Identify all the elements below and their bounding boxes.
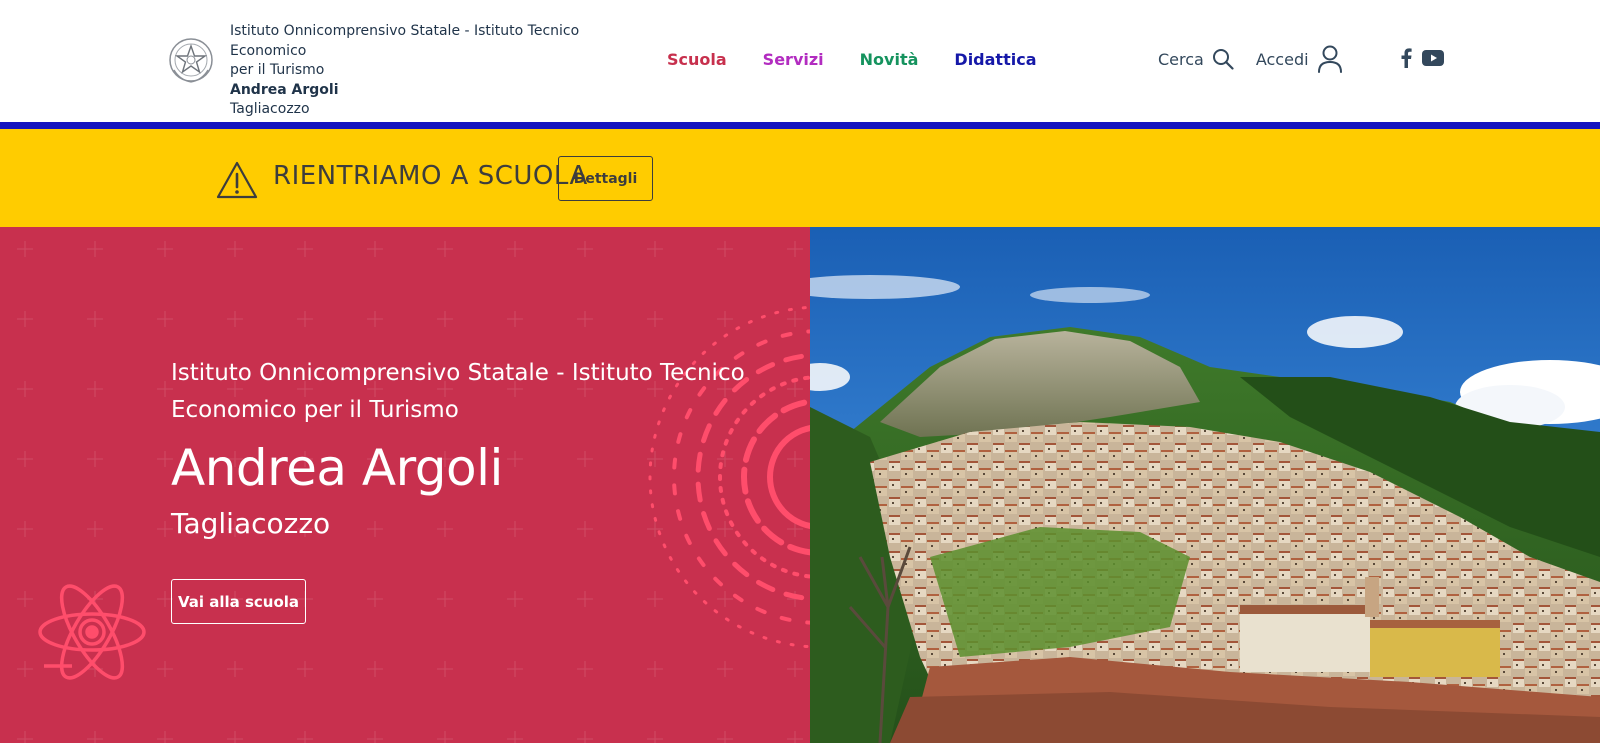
school-city: Tagliacozzo bbox=[230, 101, 310, 117]
details-button[interactable]: Dettagli bbox=[558, 156, 653, 201]
nav-item-servizi[interactable]: Servizi bbox=[763, 50, 824, 69]
hero-panel: Istituto Onnicomprensivo Statale - Istit… bbox=[0, 227, 810, 743]
main-nav: Scuola Servizi Novità Didattica bbox=[667, 50, 1072, 69]
login-button[interactable]: Accedi bbox=[1256, 44, 1343, 74]
hero-title: Andrea Argoli bbox=[171, 439, 503, 497]
login-label: Accedi bbox=[1255, 49, 1309, 69]
header-tools: Cerca Accedi bbox=[1158, 44, 1343, 74]
search-button[interactable]: Cerca bbox=[1158, 48, 1234, 70]
nav-item-didattica[interactable]: Didattica bbox=[954, 50, 1036, 69]
facebook-icon[interactable] bbox=[1400, 48, 1412, 68]
warning-icon bbox=[216, 161, 258, 199]
header-accent-bar bbox=[0, 122, 1600, 129]
hero-photo bbox=[810, 227, 1600, 743]
site-header: Istituto Onnicomprensivo Statale - Istit… bbox=[0, 0, 1600, 122]
school-name-line1: Istituto Onnicomprensivo Statale - Istit… bbox=[230, 23, 580, 59]
search-label: Cerca bbox=[1158, 49, 1204, 69]
hero-subtitle: Tagliacozzo bbox=[171, 507, 331, 540]
search-icon bbox=[1212, 49, 1234, 70]
alert-banner: RIENTRIAMO A SCUOLA Dettagli bbox=[0, 129, 1600, 227]
school-name-line2: per il Turismo bbox=[230, 62, 325, 78]
user-icon bbox=[1317, 45, 1342, 73]
alert-text: RIENTRIAMO A SCUOLA bbox=[273, 161, 588, 191]
republic-emblem-icon[interactable] bbox=[168, 36, 214, 86]
nav-item-novita[interactable]: Novità bbox=[860, 50, 919, 69]
school-name-bold: Andrea Argoli bbox=[230, 81, 339, 98]
go-to-school-button[interactable]: Vai alla scuola bbox=[171, 579, 306, 624]
mountain-village-photo bbox=[810, 227, 1600, 743]
youtube-icon[interactable] bbox=[1422, 50, 1444, 66]
nav-item-scuola[interactable]: Scuola bbox=[667, 50, 727, 69]
social-links bbox=[1400, 48, 1444, 68]
school-identity[interactable]: Istituto Onnicomprensivo Statale - Istit… bbox=[230, 22, 650, 120]
hero-pretitle: Istituto Onnicomprensivo Statale - Istit… bbox=[171, 360, 745, 423]
